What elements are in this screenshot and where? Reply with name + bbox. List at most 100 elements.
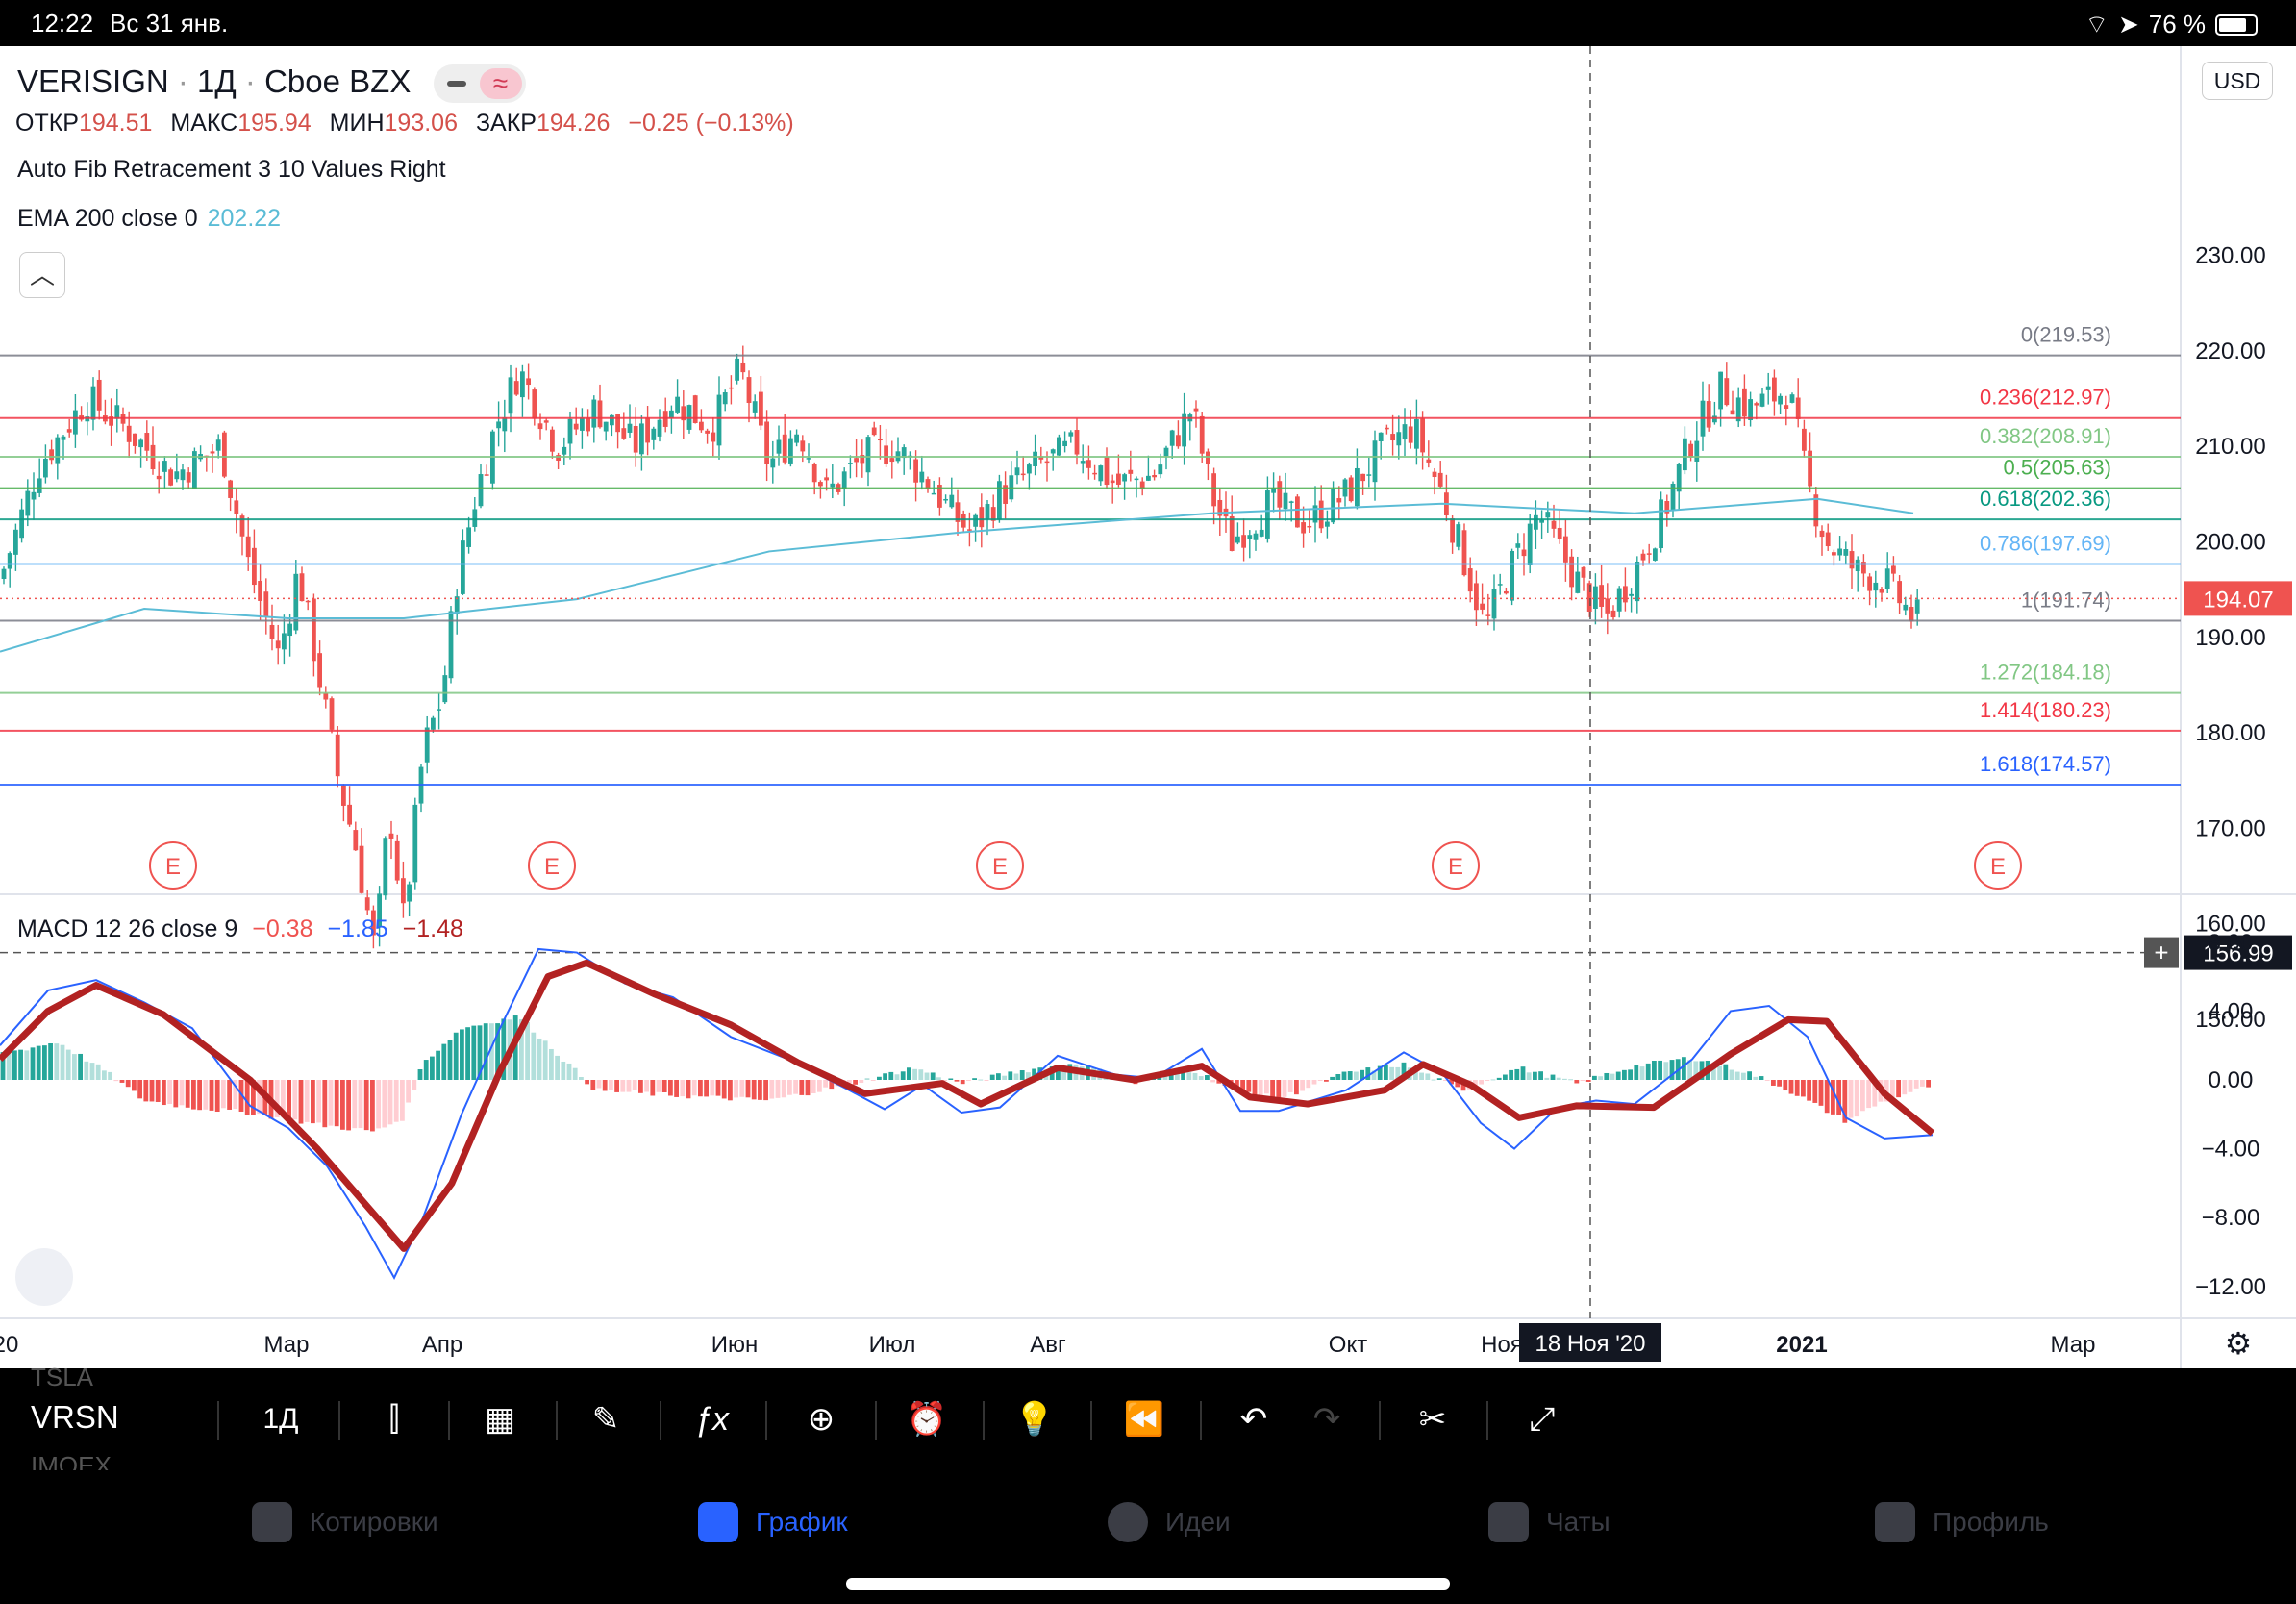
idea-bulb-icon[interactable]: 💡 [1006,1393,1063,1445]
candle-body [961,514,966,528]
candle-body [269,624,275,639]
candle-body [66,429,72,433]
candle-body [1510,550,1514,601]
macd-hist-bar [1568,1079,1573,1081]
symbol-legend[interactable]: VERISIGN · 1Д · Cboe BZX ≈ [17,63,526,104]
macd-line-value: −1.85 [327,915,388,942]
tools-icon[interactable]: ✂ [1404,1393,1461,1445]
prev-ticker[interactable]: TSLA [31,1363,93,1392]
macd-hist-bar [1485,1080,1490,1081]
macd-hist-bar [1496,1077,1502,1080]
tab-ideas[interactable]: Идеи [1108,1497,1231,1547]
candle-body [502,417,508,432]
chart-canvas[interactable]: 0(219.53) 0.236(212.97) 0.382(208.91) 0.5(2… [0,46,2296,1368]
tab-quotes[interactable]: Котировки [252,1497,438,1547]
macd-hist-bar [721,1080,727,1099]
macd-hist-bar [1192,1072,1198,1080]
macd-hist-bar [585,1080,589,1085]
alarm-icon[interactable]: ⏰ [898,1393,956,1445]
candle-body [1765,386,1771,390]
legend-toggle[interactable]: ≈ [433,64,526,104]
candle-body [806,458,811,460]
macd-hist-bar [907,1067,911,1080]
candle-body [144,433,150,451]
fullscreen-icon[interactable]: ⤢ [1513,1393,1571,1445]
macd-hist-bar [352,1080,358,1129]
macd-hist-bar [1002,1075,1007,1080]
macd-hist-bar [691,1080,697,1096]
candle-body [1450,518,1455,543]
macd-hist-bar [1520,1066,1526,1080]
candle-body [13,529,18,555]
candle-body [25,490,31,516]
macd-hist-bar [227,1080,232,1110]
calendar-icon[interactable]: ▦ [471,1393,529,1445]
candle-body [1206,451,1210,464]
candle-body [19,509,24,539]
candle-body [353,830,359,851]
symbol-name[interactable]: VERISIGN [17,63,169,99]
chart-area[interactable]: 0(219.53) 0.236(212.97) 0.382(208.91) 0.5(2… [0,46,2296,1368]
symbol-interval: 1Д [197,63,237,99]
candle-body [186,472,191,483]
candle-body [711,432,716,442]
tab-profile[interactable]: Профиль [1875,1497,2049,1547]
close-label: ЗАКР [475,110,537,137]
macd-name: MACD 12 26 close 9 [17,915,238,942]
replay-icon[interactable]: ⏪ [1115,1393,1173,1445]
macd-hist-bar [460,1029,464,1080]
macd-hist-bar [1860,1080,1865,1112]
macd-hist-bar [84,1061,89,1080]
collapse-legend-button[interactable]: ︿ [19,252,65,298]
candle-body [478,474,484,507]
macd-hist-bar [1741,1072,1746,1080]
macd-hist-bar [775,1080,781,1098]
tab-chart[interactable]: График [698,1497,848,1547]
macd-hist-bar [1252,1080,1258,1096]
macd-hist-bar [1330,1076,1335,1080]
candle-body [394,840,400,881]
macd-hist-bar [632,1080,637,1090]
change-value: −0.25 (−0.13%) [628,110,794,137]
candle-body [627,423,633,433]
macd-hist-bar [471,1025,477,1080]
candle-body [1581,566,1586,578]
ideas-icon [1108,1502,1148,1542]
macd-hist-bar [1866,1080,1871,1109]
fib-level-label: 0(219.53) [2021,323,2111,347]
macd-hist-bar [877,1076,882,1080]
macd-hist-bar [1801,1080,1806,1097]
tab-chats[interactable]: Чаты [1488,1497,1610,1547]
candle-body [1586,583,1592,612]
add-icon[interactable]: ⊕ [792,1393,850,1445]
candle-body [550,429,555,452]
candles-icon[interactable]: ⫿ [365,1393,423,1445]
indicators-icon[interactable]: ƒx [683,1393,740,1445]
macd-indicator-label[interactable]: MACD 12 26 close 9 −0.38 −1.85 −1.48 [17,915,463,943]
quotes-icon [252,1502,292,1542]
chats-icon [1488,1502,1529,1542]
undo-icon[interactable]: ↶ [1225,1393,1283,1445]
macd-hist-bar [370,1080,375,1132]
candle-body [1754,403,1759,406]
macd-hist-bar [960,1080,965,1085]
macd-hist-bar [936,1077,941,1080]
pencil-icon[interactable]: ✎ [577,1393,635,1445]
candle-body [1241,535,1246,548]
macd-hist-bar [1902,1080,1908,1095]
ticker-selector[interactable]: VRSN [31,1399,119,1436]
candle-body [824,477,829,481]
fib-indicator-label[interactable]: Auto Fib Retracement 3 10 Values Right [17,156,446,184]
compare-icon[interactable]: ≈ [479,68,522,100]
candle-body [329,698,335,730]
interval-button[interactable]: 1Д [252,1393,310,1445]
candle-body [1456,524,1461,547]
macd-hist-bar [972,1078,977,1080]
ema-indicator-label[interactable]: EMA 200 close 0 202.22 [17,205,281,233]
tradingview-logo-icon[interactable] [15,1248,73,1306]
macd-hist-bar [1807,1080,1811,1101]
currency-button[interactable]: USD [2202,62,2273,100]
candle-body [1437,472,1443,487]
candle-body [878,439,883,441]
macd-hist-bar [799,1080,805,1095]
